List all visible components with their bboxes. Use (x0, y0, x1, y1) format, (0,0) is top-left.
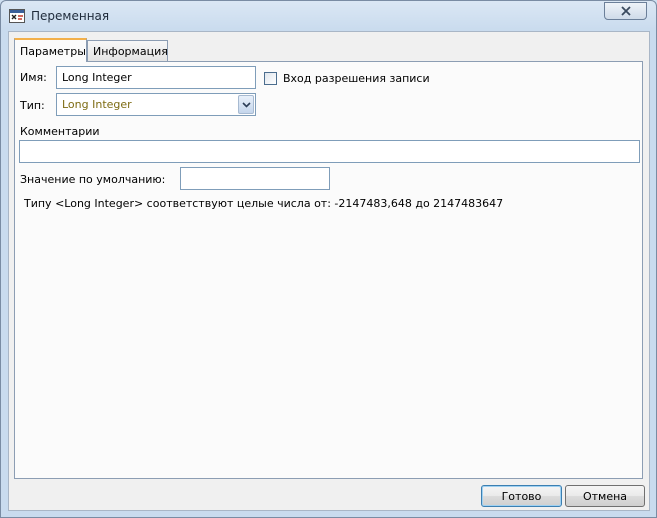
tab-label: Параметры (20, 45, 86, 58)
tab-information[interactable]: Информация (87, 40, 168, 61)
default-value-field[interactable] (180, 167, 330, 190)
ok-button[interactable]: Готово (481, 485, 562, 507)
title-bar[interactable]: Переменная (1, 1, 656, 31)
default-value-label: Значение по умолчанию: (20, 173, 166, 186)
chevron-down-icon (242, 102, 251, 108)
type-dropdown-button[interactable] (238, 95, 254, 114)
comments-field[interactable] (19, 140, 640, 163)
tab-label: Информация (93, 45, 168, 58)
cancel-button-label: Отмена (582, 490, 628, 503)
type-label: Тип: (20, 99, 45, 112)
name-label: Имя: (20, 71, 47, 84)
tab-parameters[interactable]: Параметры (14, 38, 87, 62)
comments-label: Комментарии (20, 125, 100, 138)
name-value: Long Integer (62, 71, 132, 84)
parameters-panel: Имя: Long Integer Вход разрешения записи… (14, 61, 643, 479)
type-range-info: Типу <Long Integer> соответствуют целые … (24, 197, 504, 210)
close-icon (621, 6, 631, 16)
name-field[interactable]: Long Integer (56, 66, 256, 89)
variable-app-icon (9, 8, 25, 24)
ok-button-label: Готово (501, 490, 542, 503)
window-title: Переменная (31, 9, 110, 23)
dialog-window: Переменная Параметры Информация Имя: Lon… (0, 0, 657, 518)
type-value: Long Integer (62, 98, 132, 111)
write-access-label[interactable]: Вход разрешения записи (283, 72, 430, 85)
cancel-button[interactable]: Отмена (565, 485, 645, 507)
tab-strip: Параметры Информация (14, 38, 634, 62)
write-access-checkbox[interactable] (264, 72, 277, 85)
type-select[interactable]: Long Integer (56, 93, 256, 116)
dialog-client: Параметры Информация Имя: Long Integer В… (8, 31, 650, 511)
close-button[interactable] (604, 2, 647, 20)
